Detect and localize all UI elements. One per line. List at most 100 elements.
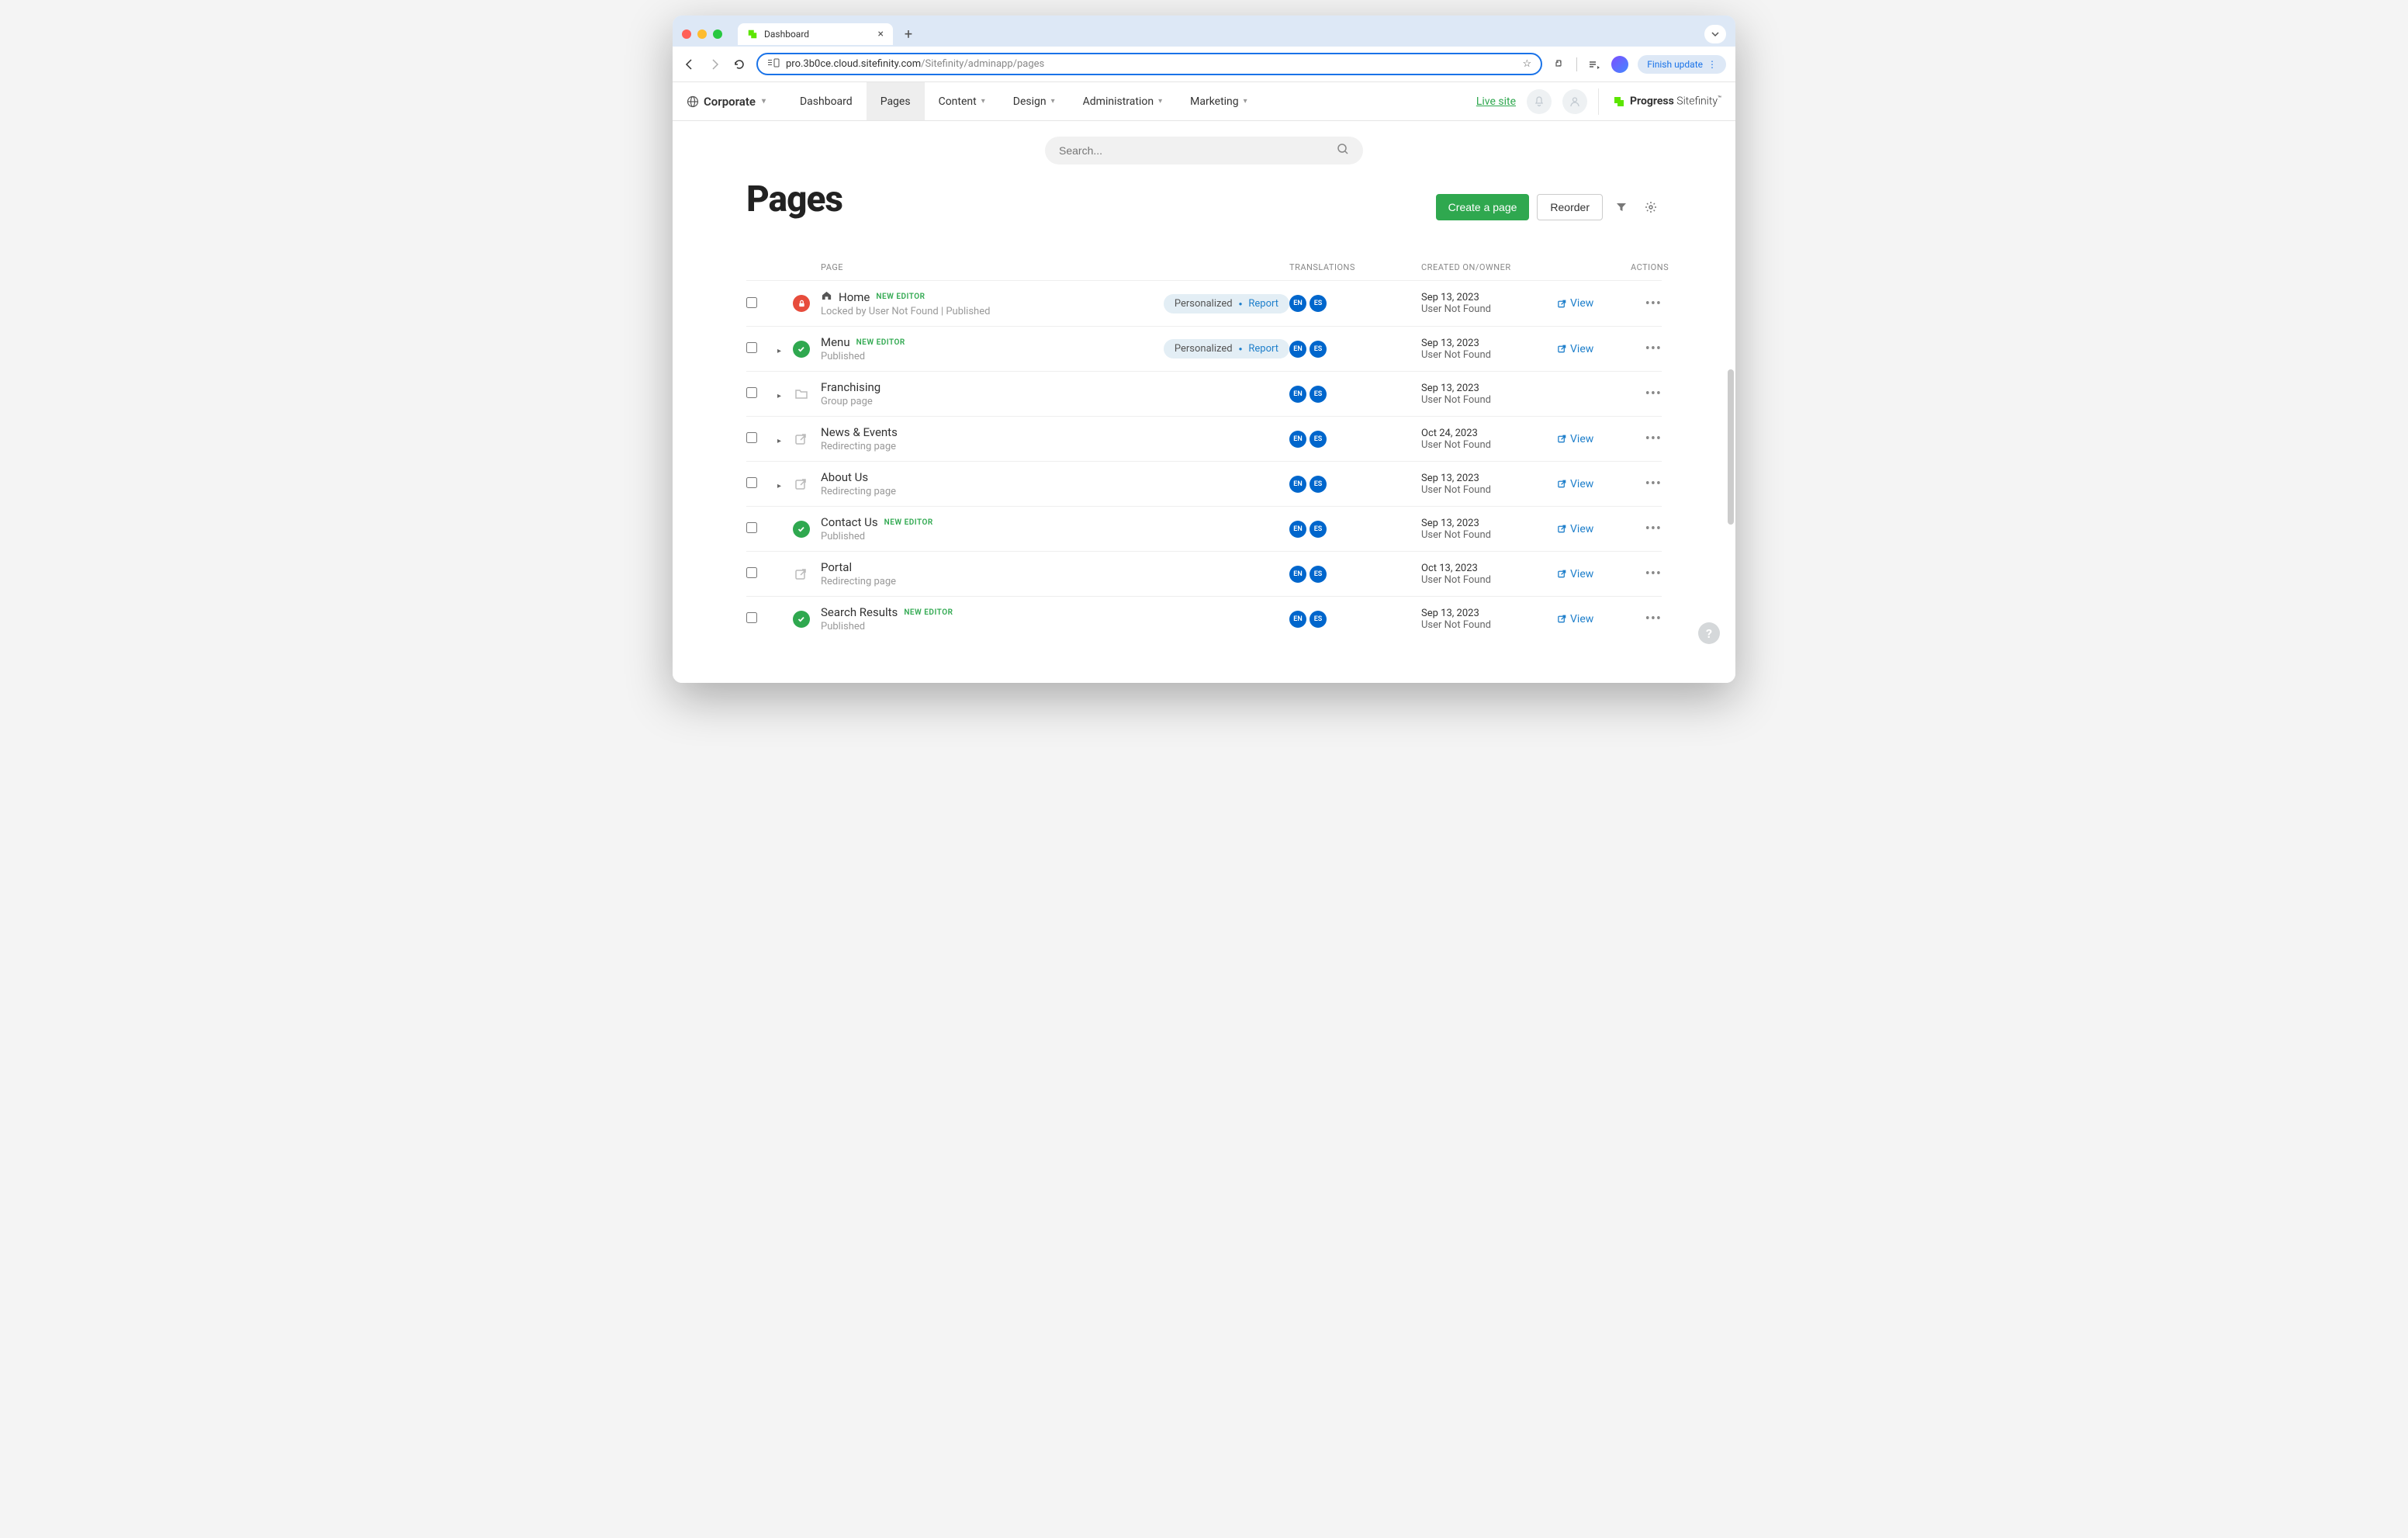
window-controls[interactable] bbox=[682, 29, 722, 39]
tabs-dropdown[interactable] bbox=[1704, 25, 1726, 43]
lang-badge-en[interactable]: EN bbox=[1289, 566, 1306, 583]
finish-update-button[interactable]: Finish update ⋮ bbox=[1638, 55, 1726, 74]
col-created: Created on/Owner bbox=[1421, 262, 1557, 272]
profile-avatar[interactable] bbox=[1611, 56, 1628, 73]
row-checkbox[interactable] bbox=[746, 432, 757, 443]
lang-badge-es[interactable]: ES bbox=[1310, 386, 1327, 403]
lang-badge-en[interactable]: EN bbox=[1289, 521, 1306, 538]
forward-button[interactable] bbox=[707, 57, 722, 72]
row-actions-menu[interactable]: ••• bbox=[1645, 566, 1662, 582]
nav-content[interactable]: Content▾ bbox=[925, 82, 999, 120]
maximize-window[interactable] bbox=[713, 29, 722, 39]
globe-icon bbox=[687, 95, 699, 108]
extensions-button[interactable] bbox=[1552, 57, 1567, 72]
row-actions-menu[interactable]: ••• bbox=[1645, 431, 1662, 447]
view-link[interactable]: View bbox=[1557, 568, 1631, 580]
browser-tab[interactable]: Dashboard × bbox=[738, 23, 893, 45]
view-link[interactable]: View bbox=[1557, 478, 1631, 490]
lang-badge-en[interactable]: EN bbox=[1289, 476, 1306, 493]
finish-update-label: Finish update bbox=[1647, 59, 1703, 70]
external-link-icon bbox=[1557, 434, 1567, 444]
view-link[interactable]: View bbox=[1557, 433, 1631, 445]
lang-badge-es[interactable]: ES bbox=[1310, 521, 1327, 538]
page-name[interactable]: Search Results bbox=[821, 605, 898, 619]
report-link[interactable]: Report bbox=[1248, 343, 1278, 355]
table-row: Contact UsNEW EDITORPublishedENESSep 13,… bbox=[746, 506, 1662, 551]
expand-caret-icon[interactable]: ▸ bbox=[777, 392, 781, 400]
search-input[interactable] bbox=[1059, 144, 1337, 157]
page-name[interactable]: About Us bbox=[821, 470, 868, 484]
close-tab-icon[interactable]: × bbox=[878, 28, 884, 40]
nav-marketing[interactable]: Marketing▾ bbox=[1176, 82, 1261, 120]
help-bubble[interactable]: ? bbox=[1698, 622, 1720, 644]
scrollbar-thumb[interactable] bbox=[1728, 369, 1734, 525]
page-subtext: Locked by User Not Found | Published bbox=[821, 306, 990, 317]
row-actions-menu[interactable]: ••• bbox=[1645, 341, 1662, 357]
user-menu[interactable] bbox=[1562, 89, 1587, 114]
lang-badge-en[interactable]: EN bbox=[1289, 386, 1306, 403]
search-box[interactable] bbox=[1045, 137, 1363, 165]
lang-badge-es[interactable]: ES bbox=[1310, 431, 1327, 448]
row-actions-menu[interactable]: ••• bbox=[1645, 296, 1662, 312]
nav-pages[interactable]: Pages bbox=[867, 82, 925, 120]
row-checkbox[interactable] bbox=[746, 477, 757, 488]
row-checkbox[interactable] bbox=[746, 297, 757, 308]
page-name[interactable]: Menu bbox=[821, 335, 850, 349]
reload-button[interactable] bbox=[732, 57, 747, 72]
lang-badge-en[interactable]: EN bbox=[1289, 611, 1306, 628]
page-name[interactable]: Franchising bbox=[821, 380, 881, 394]
lang-badge-es[interactable]: ES bbox=[1310, 611, 1327, 628]
site-selector[interactable]: Corporate ▾ bbox=[687, 95, 775, 109]
row-checkbox[interactable] bbox=[746, 522, 757, 533]
back-button[interactable] bbox=[682, 57, 697, 72]
caret-down-icon: ▾ bbox=[1244, 97, 1247, 106]
col-actions: Actions bbox=[1631, 262, 1662, 272]
page-name[interactable]: News & Events bbox=[821, 425, 898, 439]
nav-dashboard[interactable]: Dashboard bbox=[786, 82, 867, 120]
close-window[interactable] bbox=[682, 29, 691, 39]
lock-icon bbox=[793, 295, 810, 312]
lang-badge-es[interactable]: ES bbox=[1310, 476, 1327, 493]
new-tab-button[interactable]: + bbox=[899, 25, 918, 43]
minimize-window[interactable] bbox=[697, 29, 707, 39]
page-name[interactable]: Portal bbox=[821, 560, 852, 574]
page-name[interactable]: Contact Us bbox=[821, 515, 878, 529]
reorder-button[interactable]: Reorder bbox=[1537, 194, 1603, 220]
nav-administration[interactable]: Administration▾ bbox=[1069, 82, 1176, 120]
nav-design[interactable]: Design▾ bbox=[999, 82, 1069, 120]
lang-badge-es[interactable]: ES bbox=[1310, 566, 1327, 583]
notifications-button[interactable] bbox=[1527, 89, 1552, 114]
row-checkbox[interactable] bbox=[746, 342, 757, 353]
new-editor-badge: NEW EDITOR bbox=[904, 608, 953, 617]
bookmark-star-icon[interactable]: ☆ bbox=[1523, 58, 1532, 70]
expand-caret-icon[interactable]: ▸ bbox=[777, 347, 781, 355]
row-actions-menu[interactable]: ••• bbox=[1645, 386, 1662, 402]
page-name[interactable]: Home bbox=[839, 290, 870, 304]
new-editor-badge: NEW EDITOR bbox=[876, 293, 925, 301]
lang-badge-en[interactable]: EN bbox=[1289, 341, 1306, 358]
expand-caret-icon[interactable]: ▸ bbox=[777, 482, 781, 490]
row-actions-menu[interactable]: ••• bbox=[1645, 521, 1662, 537]
row-checkbox[interactable] bbox=[746, 387, 757, 398]
view-link[interactable]: View bbox=[1557, 613, 1631, 625]
expand-caret-icon[interactable]: ▸ bbox=[777, 437, 781, 445]
lang-badge-es[interactable]: ES bbox=[1310, 341, 1327, 358]
lang-badge-en[interactable]: EN bbox=[1289, 431, 1306, 448]
row-checkbox[interactable] bbox=[746, 567, 757, 578]
row-actions-menu[interactable]: ••• bbox=[1645, 476, 1662, 492]
address-bar[interactable]: pro.3b0ce.cloud.sitefinity.com/Sitefinit… bbox=[756, 53, 1542, 75]
view-link[interactable]: View bbox=[1557, 297, 1631, 310]
create-page-button[interactable]: Create a page bbox=[1436, 194, 1530, 220]
view-link[interactable]: View bbox=[1557, 343, 1631, 355]
filter-button[interactable] bbox=[1611, 196, 1632, 218]
media-control-icon[interactable] bbox=[1586, 57, 1602, 72]
lang-badge-es[interactable]: ES bbox=[1310, 295, 1327, 312]
row-checkbox[interactable] bbox=[746, 612, 757, 623]
report-link[interactable]: Report bbox=[1248, 298, 1278, 310]
settings-button[interactable] bbox=[1640, 196, 1662, 218]
view-link[interactable]: View bbox=[1557, 523, 1631, 535]
row-actions-menu[interactable]: ••• bbox=[1645, 611, 1662, 627]
live-site-link[interactable]: Live site bbox=[1476, 95, 1516, 108]
lang-badge-en[interactable]: EN bbox=[1289, 295, 1306, 312]
site-info-icon[interactable] bbox=[767, 57, 780, 71]
